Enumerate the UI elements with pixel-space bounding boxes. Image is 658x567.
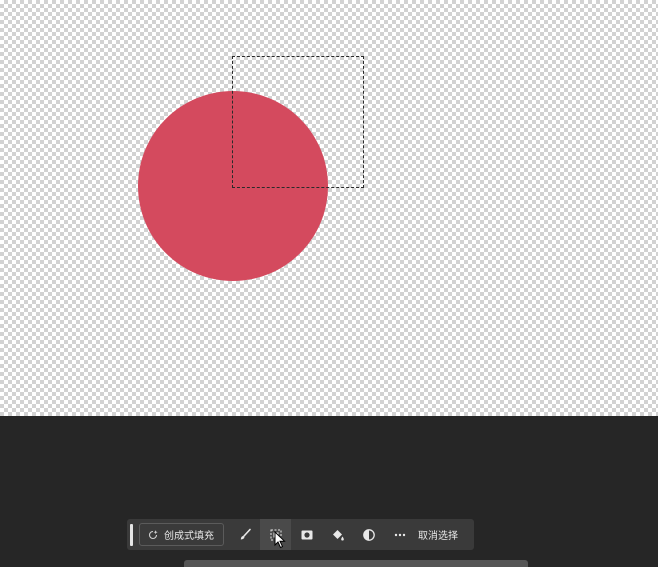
photoshop-window: 创成式填充 取消选择 (0, 0, 658, 567)
document-canvas[interactable] (0, 0, 658, 416)
fill-tool-button[interactable] (322, 519, 353, 550)
generative-fill-label: 创成式填充 (164, 531, 214, 542)
mask-tool-button[interactable] (291, 519, 322, 550)
more-options-button[interactable] (384, 519, 415, 550)
paint-bucket-icon (331, 528, 345, 542)
more-icon (393, 528, 407, 542)
deselect-button[interactable]: 取消选择 (415, 527, 464, 542)
generative-fill-button[interactable]: 创成式填充 (139, 523, 224, 546)
brush-tool-button[interactable] (229, 519, 260, 550)
taskbar-drag-handle[interactable] (130, 523, 133, 546)
sparkle-refresh-icon (147, 529, 159, 541)
mouse-pointer-icon (274, 530, 286, 549)
mask-icon (300, 528, 314, 542)
brush-icon (238, 528, 252, 542)
horizontal-scrollbar[interactable] (184, 560, 528, 567)
selection-marquee[interactable] (232, 56, 364, 188)
adjustment-icon (362, 528, 376, 542)
contextual-taskbar: 创成式填充 取消选择 (127, 519, 474, 550)
adjustment-tool-button[interactable] (353, 519, 384, 550)
